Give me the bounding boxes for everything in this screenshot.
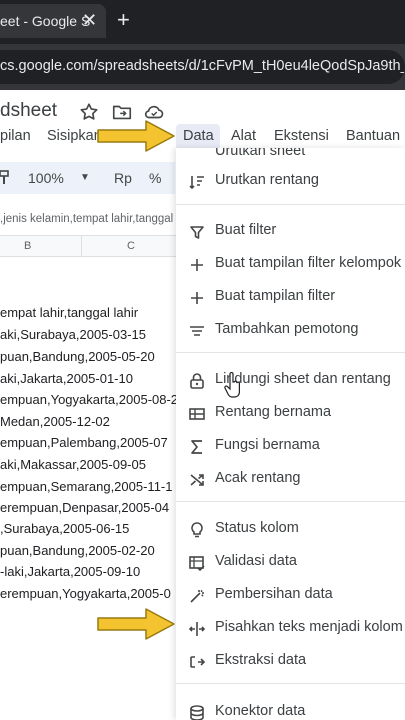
menu-item-label: Acak rentang — [215, 470, 301, 486]
menu-item-data-connectors[interactable]: Konektor data — [176, 698, 405, 720]
menu-item-data-validation[interactable]: Validasi data — [176, 548, 405, 576]
column-header-c[interactable]: C — [127, 240, 135, 252]
menu-item-split-text[interactable]: Pisahkan teks menjadi kolom — [176, 614, 405, 642]
menu-item-protect[interactable]: Lindungi sheet dan rentang — [176, 366, 405, 394]
menu-item-label: Buat tampilan filter kelompok — [215, 255, 402, 271]
menu-item-named-ranges[interactable]: Rentang bernama — [176, 399, 405, 427]
cell-row[interactable]: aki,Surabaya,2005-03-15 — [0, 327, 146, 342]
menu-data[interactable]: Data — [183, 128, 214, 144]
menu-item-data-cleanup[interactable]: Pembersihan data — [176, 581, 405, 609]
column-header-row: B C — [0, 235, 176, 257]
slicer-icon — [190, 326, 204, 336]
lock-icon — [190, 373, 204, 389]
percent-format-button[interactable]: % — [149, 170, 161, 186]
menu-item-label: Tambahkan pemotong — [215, 321, 359, 337]
cell-row[interactable]: erempuan,Denpasar,2005-04 — [0, 500, 169, 515]
menu-item-create-filter[interactable]: Buat filter — [176, 217, 405, 245]
menu-item-label: Buat filter — [215, 222, 277, 238]
menu-item-named-functions[interactable]: Fungsi bernama — [176, 432, 405, 460]
menu-item-label: Validasi data — [215, 553, 297, 569]
address-bar: cs.google.com/spreadsheets/d/1cFvPM_tH0e… — [0, 44, 405, 90]
cell-row[interactable]: puan,Bandung,2005-05-20 — [0, 349, 155, 364]
cell-row[interactable]: Medan,2005-12-02 — [0, 414, 110, 429]
lightbulb-icon — [191, 522, 203, 538]
menu-item-filter-view[interactable]: Buat tampilan filter — [176, 283, 405, 311]
browser-tab-bar: eet - Google S ✕ + — [0, 0, 405, 44]
filter-icon — [190, 226, 204, 239]
cell-row[interactable]: -laki,Jakarta,2005-09-10 — [0, 564, 140, 579]
cell-row[interactable]: puan,Bandung,2005-02-20 — [0, 543, 155, 558]
menu-item-column-stats[interactable]: Status kolom — [176, 515, 405, 543]
magic-wand-icon — [190, 589, 204, 603]
menu-tampilan[interactable]: pilan — [0, 128, 31, 144]
currency-format-button[interactable]: Rp — [114, 170, 132, 186]
menu-item-add-slicer[interactable]: Tambahkan pemotong — [176, 316, 405, 344]
tab-title: eet - Google S — [0, 13, 91, 29]
menu-divider — [176, 501, 405, 502]
menu-item-label: Pembersihan data — [215, 586, 333, 602]
menu-item-sort-sheet[interactable]: Urutkan sheet — [176, 148, 405, 166]
chevron-down-icon[interactable]: ▼ — [80, 172, 90, 183]
close-tab-icon[interactable]: ✕ — [82, 10, 97, 31]
url-field[interactable]: cs.google.com/spreadsheets/d/1cFvPM_tH0e… — [0, 50, 405, 84]
new-tab-button[interactable]: + — [117, 7, 130, 33]
cell-row[interactable]: empat lahir,tanggal lahir — [0, 305, 138, 320]
column-header-b[interactable]: B — [24, 240, 31, 252]
plus-icon — [191, 292, 203, 304]
shuffle-icon — [190, 474, 204, 486]
sort-icon — [189, 176, 204, 190]
sigma-icon — [191, 440, 202, 454]
browser-tab[interactable]: eet - Google S ✕ — [0, 4, 106, 38]
menu-item-label: Ekstraksi data — [215, 652, 307, 668]
document-title[interactable]: dsheet — [0, 100, 57, 122]
validation-icon — [189, 556, 205, 572]
menu-alat[interactable]: Alat — [231, 128, 256, 144]
annotation-arrow-icon — [97, 120, 175, 152]
menu-divider — [176, 352, 405, 353]
extract-icon — [190, 656, 206, 668]
cell-row[interactable]: empuan,Semarang,2005-11-1 — [0, 479, 173, 494]
split-columns-icon — [188, 622, 206, 636]
menu-item-label: Pisahkan teks menjadi kolom — [215, 619, 403, 635]
cell-row[interactable]: empuan,Yogyakarta,2005-08-2 — [0, 392, 178, 407]
menu-item-group-filter-view[interactable]: Buat tampilan filter kelompok — [176, 250, 405, 278]
named-range-icon — [189, 408, 205, 420]
url-text: cs.google.com/spreadsheets/d/1cFvPM_tH0e… — [0, 58, 405, 74]
menu-item-label: Buat tampilan filter — [215, 288, 336, 304]
menu-divider — [176, 683, 405, 684]
menu-item-data-extraction[interactable]: Ekstraksi data — [176, 647, 405, 675]
menu-divider — [176, 204, 405, 205]
paint-format-icon[interactable] — [0, 170, 10, 186]
cell-row[interactable]: aki,Makassar,2005-09-05 — [0, 457, 146, 472]
menu-ekstensi[interactable]: Ekstensi — [274, 128, 329, 144]
menu-item-sort-range[interactable]: Urutkan rentang — [176, 167, 405, 195]
database-icon — [190, 705, 204, 720]
toolbar: 100% ▼ Rp % — [0, 162, 175, 194]
menu-item-label: Fungsi bernama — [215, 437, 320, 453]
annotation-arrow-icon — [97, 608, 175, 640]
menu-item-label: Urutkan sheet — [215, 148, 306, 159]
formula-bar-content[interactable]: ,jenis kelamin,tempat lahir,tanggal — [0, 213, 176, 225]
mouse-cursor-icon — [224, 372, 240, 398]
menu-item-label: Rentang bernama — [215, 404, 332, 420]
cell-row[interactable]: ,Surabaya,2005-06-15 — [0, 521, 129, 536]
menu-item-label: Konektor data — [215, 703, 306, 719]
cell-row[interactable]: erempuan,Yogyakarta,2005-0 — [0, 586, 171, 601]
zoom-select[interactable]: 100% — [28, 170, 64, 186]
menu-sisipkan[interactable]: Sisipkan — [47, 128, 102, 144]
data-menu-dropdown: Urutkan sheet Urutkan rentang Buat filte… — [176, 148, 405, 720]
column-divider[interactable] — [81, 236, 82, 256]
cell-row[interactable]: aki,Jakarta,2005-01-10 — [0, 371, 133, 386]
plus-icon — [191, 259, 203, 271]
menu-item-label: Urutkan rentang — [215, 172, 319, 188]
menu-bantuan[interactable]: Bantuan — [346, 128, 400, 144]
menu-item-random-range[interactable]: Acak rentang — [176, 465, 405, 493]
cell-row[interactable]: empuan,Palembang,2005-07 — [0, 435, 168, 450]
menu-item-label: Status kolom — [215, 520, 299, 536]
